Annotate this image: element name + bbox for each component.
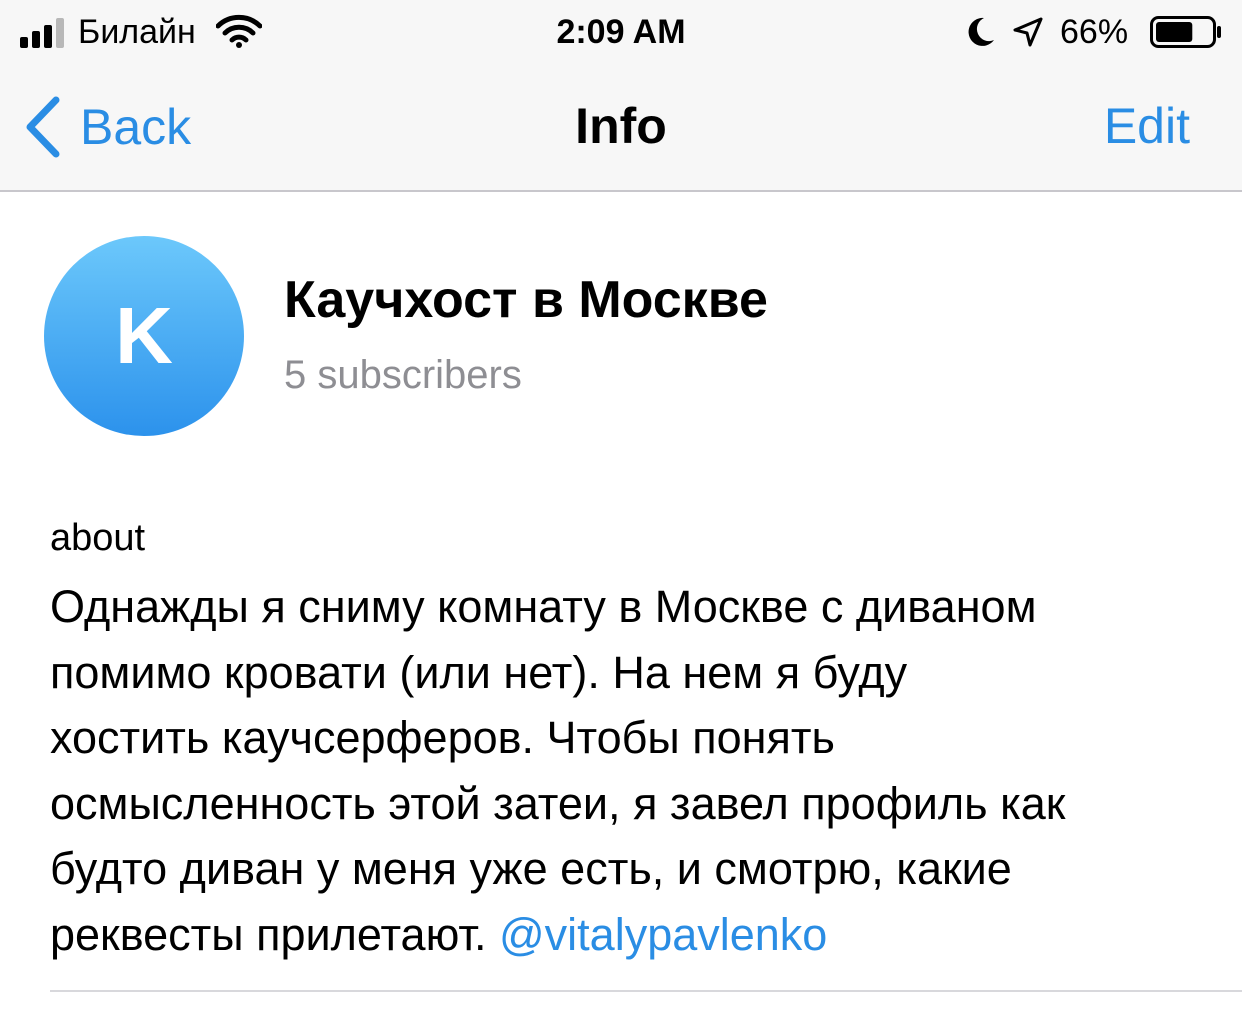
battery-icon (1150, 16, 1221, 48)
about-line: помимо кровати (или нет). На нем я буду (50, 646, 908, 698)
about-description: Однажды я сниму комнату в Москве с диван… (50, 574, 1230, 967)
page-title: Info (575, 98, 667, 154)
clock: 2:09 AM (556, 13, 686, 51)
channel-name: Каучхост в Москве (284, 271, 768, 329)
avatar-initial: K (115, 291, 173, 380)
about-line: осмысленность этой затеи, я завел профил… (50, 777, 1066, 829)
section-divider (50, 990, 1242, 992)
status-bar: Билайн 2:09 AM 66% (0, 0, 1242, 64)
channel-avatar[interactable]: K (44, 236, 244, 436)
about-line: Однажды я сниму комнату в Москве с диван… (50, 581, 1037, 632)
navigation-header: Билайн 2:09 AM 66% Back Info Edit (0, 0, 1242, 192)
about-last-line: реквесты прилетают. @vitalypavlenko (50, 902, 1230, 968)
telegram-channel-info-screen: Билайн 2:09 AM 66% Back Info Edit K Кауч… (0, 0, 1242, 1009)
about-line: будто диван у меня уже есть, и смотрю, к… (50, 843, 1012, 894)
moon-icon (968, 17, 994, 46)
edit-button[interactable]: Edit (1104, 96, 1190, 156)
about-line: реквесты прилетают. (50, 908, 487, 960)
location-arrow-icon (1013, 17, 1043, 47)
battery-percentage: 66% (1060, 13, 1129, 51)
about-line: хостить каучсерферов. Чтобы понять (50, 712, 835, 763)
subscriber-count: 5 subscribers (284, 353, 522, 397)
mention-link[interactable]: @vitalypavlenko (499, 909, 827, 960)
about-label: about (50, 517, 146, 559)
